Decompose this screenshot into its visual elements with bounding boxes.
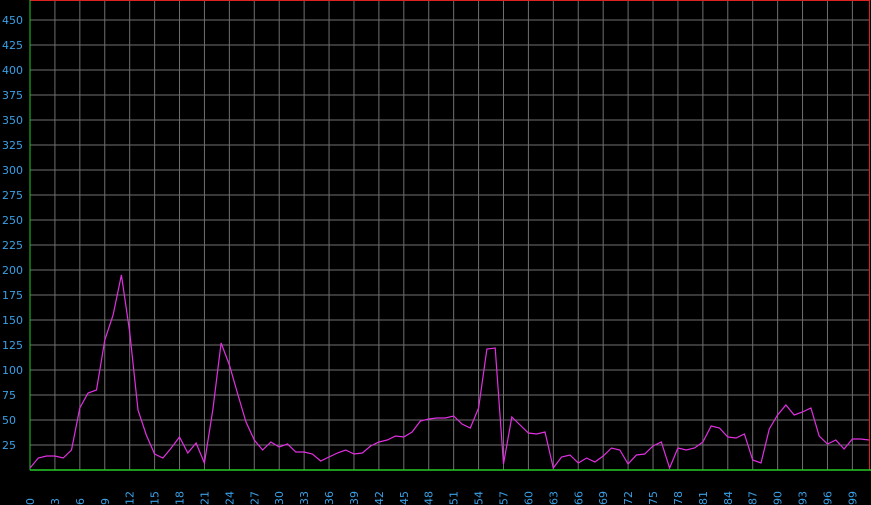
y-tick-label: 125 bbox=[2, 339, 23, 352]
x-tick-label: 9 bbox=[99, 498, 112, 505]
x-tick-label: 54 bbox=[473, 491, 486, 505]
x-tick-label: 6 bbox=[74, 498, 87, 505]
x-tick-label: 39 bbox=[348, 491, 361, 505]
x-tick-label: 15 bbox=[149, 491, 162, 505]
x-tick-label: 18 bbox=[174, 491, 187, 505]
y-tick-label: 150 bbox=[2, 314, 23, 327]
x-tick-label: 45 bbox=[398, 491, 411, 505]
y-tick-label: 350 bbox=[2, 114, 23, 127]
y-tick-label: 375 bbox=[2, 89, 23, 102]
y-tick-label: 75 bbox=[2, 389, 16, 402]
y-tick-label: 325 bbox=[2, 139, 23, 152]
x-tick-label: 48 bbox=[423, 491, 436, 505]
x-tick-label: 3 bbox=[49, 498, 62, 505]
x-tick-label: 60 bbox=[522, 491, 535, 505]
plot-background bbox=[0, 0, 871, 505]
y-tick-label: 300 bbox=[2, 164, 23, 177]
x-tick-label: 78 bbox=[672, 491, 685, 505]
x-tick-label: 69 bbox=[597, 491, 610, 505]
y-tick-label: 275 bbox=[2, 189, 23, 202]
x-tick-label: 87 bbox=[747, 491, 760, 505]
x-tick-label: 96 bbox=[821, 491, 834, 505]
x-tick-label: 33 bbox=[298, 491, 311, 505]
y-tick-label: 100 bbox=[2, 364, 23, 377]
y-tick-label: 25 bbox=[2, 439, 16, 452]
x-tick-label: 81 bbox=[697, 491, 710, 505]
y-tick-label: 450 bbox=[2, 14, 23, 27]
x-tick-label: 12 bbox=[124, 491, 137, 505]
line-chart: 2550751001251501752002252502753003253503… bbox=[0, 0, 871, 505]
x-tick-label: 0 bbox=[24, 498, 37, 505]
y-tick-label: 425 bbox=[2, 39, 23, 52]
y-tick-label: 225 bbox=[2, 239, 23, 252]
x-tick-label: 99 bbox=[846, 491, 859, 505]
x-tick-label: 36 bbox=[323, 491, 336, 505]
y-tick-label: 175 bbox=[2, 289, 23, 302]
x-tick-label: 93 bbox=[797, 491, 810, 505]
x-tick-label: 51 bbox=[448, 491, 461, 505]
x-tick-label: 63 bbox=[547, 491, 560, 505]
y-tick-label: 250 bbox=[2, 214, 23, 227]
x-tick-label: 57 bbox=[497, 491, 510, 505]
x-tick-label: 24 bbox=[223, 491, 236, 505]
x-tick-label: 30 bbox=[273, 491, 286, 505]
x-tick-label: 84 bbox=[722, 491, 735, 505]
x-tick-label: 42 bbox=[373, 491, 386, 505]
x-tick-label: 72 bbox=[622, 491, 635, 505]
x-tick-label: 27 bbox=[248, 491, 261, 505]
y-tick-label: 200 bbox=[2, 264, 23, 277]
y-tick-label: 50 bbox=[2, 414, 16, 427]
y-tick-label: 400 bbox=[2, 64, 23, 77]
x-tick-label: 66 bbox=[572, 491, 585, 505]
x-tick-label: 75 bbox=[647, 491, 660, 505]
x-tick-label: 90 bbox=[772, 491, 785, 505]
x-tick-label: 21 bbox=[198, 491, 211, 505]
